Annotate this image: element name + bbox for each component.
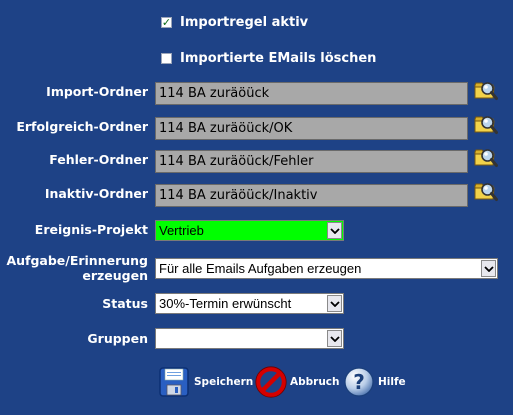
question-mark-icon: ? (344, 367, 374, 397)
status-label: Status (102, 296, 148, 311)
import-folder-field[interactable]: 114 BA zuräöück (155, 82, 468, 105)
chevron-down-icon[interactable] (481, 260, 496, 277)
delete-checkbox-row[interactable]: Importierte EMails löschen (161, 51, 376, 66)
folder-browse-icon[interactable] (474, 113, 498, 135)
save-button[interactable]: Speichern (158, 366, 253, 398)
active-checkbox[interactable]: ✓ (161, 17, 172, 28)
save-button-label: Speichern (194, 376, 254, 388)
tasks-select[interactable]: Für alle Emails Aufgaben erzeugen (155, 258, 498, 279)
error-folder-field[interactable]: 114 BA zuräöück/Fehler (155, 150, 468, 173)
cancel-button[interactable]: Abbruch (255, 366, 340, 398)
status-select-value: 30%-Termin erwünscht (159, 296, 292, 311)
tasks-select-value: Für alle Emails Aufgaben erzeugen (159, 261, 362, 276)
import-folder-label: Import-Ordner (46, 84, 148, 99)
svg-text:?: ? (353, 370, 365, 394)
cancel-button-label: Abbruch (290, 376, 340, 388)
success-folder-field[interactable]: 114 BA zuräöück/OK (155, 117, 468, 140)
project-label: Ereignis-Projekt (34, 222, 148, 237)
project-select[interactable]: Vertrieb (155, 220, 344, 241)
chevron-down-icon[interactable] (327, 330, 342, 347)
help-button[interactable]: ? Hilfe (343, 366, 406, 398)
success-folder-label: Erfolgreich-Ordner (16, 119, 148, 134)
groups-select[interactable] (155, 328, 344, 349)
inactive-folder-field[interactable]: 114 BA zuräöück/Inaktiv (155, 184, 468, 207)
error-folder-label: Fehler-Ordner (49, 152, 148, 167)
help-button-label: Hilfe (378, 376, 406, 388)
chevron-down-icon[interactable] (327, 295, 342, 312)
tasks-label-line1: Aufgabe/Erinnerung (6, 253, 148, 268)
folder-browse-icon[interactable] (474, 146, 498, 168)
tasks-label: Aufgabe/Erinnerung erzeugen (6, 253, 148, 283)
inactive-folder-label: Inaktiv-Ordner (44, 186, 148, 201)
floppy-disk-icon (159, 367, 189, 397)
no-entry-icon (255, 366, 287, 398)
delete-checkbox-label: Importierte EMails löschen (180, 51, 377, 66)
active-checkbox-label: Importregel aktiv (180, 15, 309, 30)
status-select[interactable]: 30%-Termin erwünscht (155, 293, 344, 314)
tasks-label-line2: erzeugen (82, 268, 148, 283)
folder-browse-icon[interactable] (474, 79, 498, 101)
chevron-down-icon[interactable] (327, 222, 342, 239)
delete-checkbox[interactable] (161, 53, 172, 64)
active-checkbox-row[interactable]: ✓ Importregel aktiv (161, 15, 308, 30)
project-select-value: Vertrieb (159, 223, 204, 238)
groups-label: Gruppen (87, 331, 148, 346)
folder-browse-icon[interactable] (474, 180, 498, 202)
